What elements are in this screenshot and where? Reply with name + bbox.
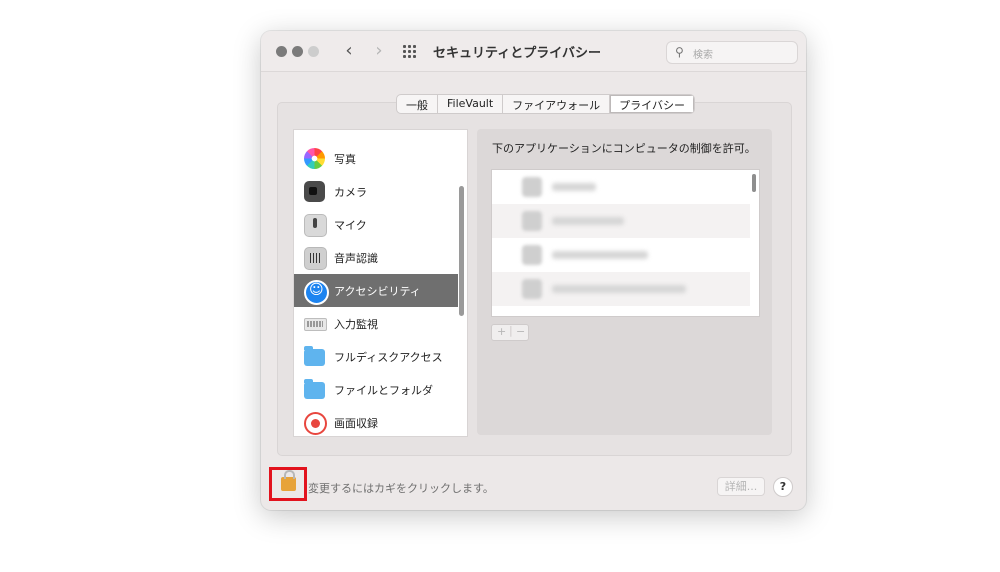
sidebar-item-label: アクセシビリティ — [334, 285, 421, 298]
tab-bar: 一般 FileVault ファイアウォール プライバシー — [396, 94, 695, 114]
zoom-window-button[interactable] — [308, 46, 319, 57]
add-button[interactable]: + — [497, 325, 506, 338]
close-window-button[interactable] — [276, 46, 287, 57]
camera-icon — [304, 181, 325, 202]
show-all-grid-icon[interactable] — [403, 45, 419, 58]
list-item[interactable] — [492, 238, 750, 272]
folder-icon — [304, 379, 325, 399]
folder-icon — [304, 346, 325, 366]
sidebar-item-camera[interactable]: カメラ — [294, 175, 458, 208]
allowed-apps-list[interactable] — [491, 169, 760, 317]
lock-icon[interactable] — [281, 470, 296, 491]
tab-filevault[interactable]: FileVault — [438, 95, 504, 113]
app-name-blurred — [552, 251, 648, 259]
sidebar-item-input-monitoring[interactable]: 入力監視 — [294, 307, 458, 340]
app-icon — [522, 177, 542, 197]
remove-button[interactable]: − — [516, 325, 525, 338]
accessibility-icon — [304, 280, 329, 305]
lock-instruction-text: 変更するにはカギをクリックします。 — [308, 482, 494, 495]
search-field[interactable]: ⚲ 検索 — [666, 41, 798, 64]
privacy-category-list[interactable]: 写真 カメラ マイク 音声認識 アクセシビリティ 入力監視 フルディスクアクセス — [293, 129, 468, 437]
keyboard-icon — [304, 318, 327, 331]
sidebar-item-screen-recording[interactable]: 画面収録 — [294, 406, 458, 436]
accessibility-detail-pane: 下のアプリケーションにコンピュータの制御を許可。 + | − — [477, 129, 772, 435]
security-privacy-window: ‹ › セキュリティとプライバシー ⚲ 検索 一般 FileVault ファイア… — [261, 31, 806, 510]
tab-general[interactable]: 一般 — [397, 95, 438, 113]
microphone-icon — [304, 214, 327, 237]
app-name-blurred — [552, 183, 596, 191]
list-item[interactable] — [492, 170, 750, 204]
app-list-scrollbar[interactable] — [752, 174, 756, 192]
list-item-partial — [294, 130, 458, 136]
sidebar-item-speech-recognition[interactable]: 音声認識 — [294, 241, 458, 274]
sidebar-item-label: 音声認識 — [334, 252, 378, 265]
screen-recording-icon — [304, 412, 327, 435]
app-icon — [522, 211, 542, 231]
list-item[interactable] — [492, 204, 750, 238]
add-remove-divider: | — [509, 324, 513, 337]
add-remove-control: + | − — [491, 324, 529, 341]
minimize-window-button[interactable] — [292, 46, 303, 57]
app-icon — [522, 245, 542, 265]
sidebar-item-label: 入力監視 — [334, 318, 378, 331]
title-bar: ‹ › セキュリティとプライバシー ⚲ 検索 — [261, 31, 806, 72]
app-name-blurred — [552, 217, 624, 225]
tab-privacy[interactable]: プライバシー — [610, 95, 694, 113]
photos-icon — [304, 148, 325, 169]
details-button[interactable]: 詳細... — [717, 477, 765, 496]
sidebar-item-label: マイク — [334, 219, 367, 232]
sidebar-item-microphone[interactable]: マイク — [294, 208, 458, 241]
help-button[interactable]: ? — [773, 477, 793, 497]
search-placeholder: 検索 — [693, 50, 713, 61]
app-name-blurred — [552, 285, 686, 293]
window-title: セキュリティとプライバシー — [433, 46, 601, 61]
search-icon: ⚲ — [675, 45, 684, 59]
sidebar-scrollbar[interactable] — [459, 186, 464, 316]
app-icon — [522, 279, 542, 299]
sidebar-item-label: 写真 — [334, 153, 356, 166]
tab-firewall[interactable]: ファイアウォール — [503, 95, 611, 113]
pane-heading: 下のアプリケーションにコンピュータの制御を許可。 — [492, 142, 756, 155]
sidebar-item-label: ファイルとフォルダ — [334, 384, 433, 397]
sidebar-item-full-disk-access[interactable]: フルディスクアクセス — [294, 340, 458, 373]
sidebar-item-label: 画面収録 — [334, 417, 378, 430]
forward-button[interactable]: › — [369, 40, 389, 62]
sidebar-item-accessibility[interactable]: アクセシビリティ — [294, 274, 458, 307]
back-button[interactable]: ‹ — [339, 40, 359, 62]
list-item[interactable] — [492, 272, 750, 306]
sidebar-item-label: フルディスクアクセス — [334, 351, 443, 364]
sidebar-item-files-and-folders[interactable]: ファイルとフォルダ — [294, 373, 458, 406]
speech-recognition-icon — [304, 247, 327, 270]
sidebar-item-photos[interactable]: 写真 — [294, 142, 458, 175]
sidebar-item-label: カメラ — [334, 186, 367, 199]
